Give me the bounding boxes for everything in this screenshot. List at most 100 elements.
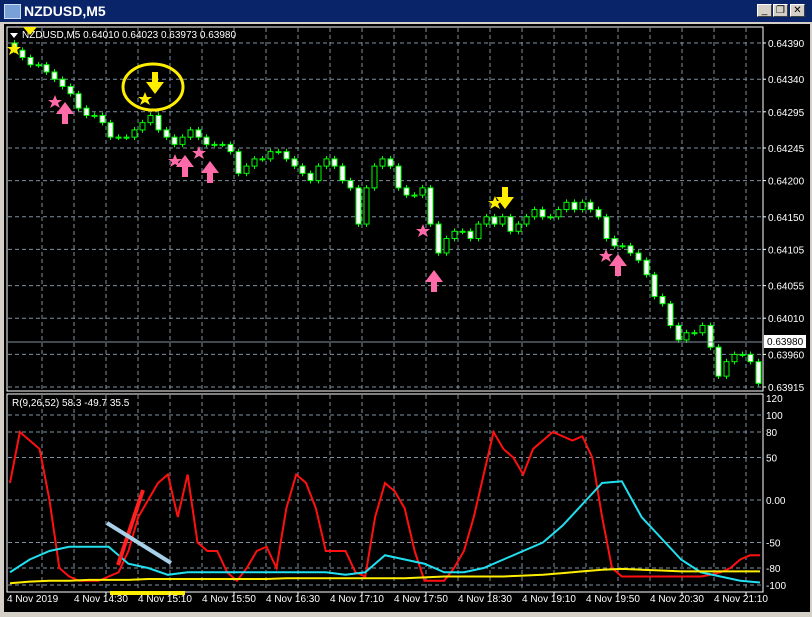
candle-bearish xyxy=(163,129,170,138)
signal-annotations xyxy=(7,27,627,292)
candle-bearish xyxy=(635,252,642,261)
candle-bearish xyxy=(203,136,210,145)
candle-bearish xyxy=(299,165,306,174)
chart-window[interactable]: 0.64390 0.64340 0.64295 0.64245 0.64200 0.641… xyxy=(4,24,810,612)
close-button[interactable]: ✕ xyxy=(790,4,805,17)
chart-canvas[interactable]: 0.64390 0.64340 0.64295 0.64245 0.64200 0.641… xyxy=(4,24,810,612)
candle-bullish xyxy=(691,332,698,335)
time-label: 4 Nov 14:30 xyxy=(74,594,128,605)
candle-bearish xyxy=(403,187,410,196)
time-label: 4 Nov 18:30 xyxy=(458,594,512,605)
indicator-axis-label: -50 xyxy=(766,539,781,550)
candle-bullish xyxy=(275,151,282,154)
candle-bearish xyxy=(675,324,682,341)
candle-bearish xyxy=(387,158,394,167)
candle-bullish xyxy=(91,114,98,117)
indicator-axis-label: 100 xyxy=(766,411,783,422)
drawn-trendline-red[interactable] xyxy=(116,489,145,566)
candle-bullish xyxy=(259,158,266,161)
candle-bearish xyxy=(339,165,346,182)
price-label: 0.64150 xyxy=(768,213,805,224)
candle-bearish xyxy=(627,245,634,254)
price-label: 0.64295 xyxy=(768,108,805,119)
star-icon xyxy=(48,95,62,108)
current-price-label: 0.63980 xyxy=(767,337,804,348)
candle-bullish xyxy=(459,230,466,233)
star-icon xyxy=(416,224,430,237)
candle-bearish xyxy=(291,158,298,167)
time-label: 4 Nov 20:30 xyxy=(650,594,704,605)
candle-bearish xyxy=(587,201,594,211)
candle-bearish xyxy=(19,49,26,58)
candle-bearish xyxy=(427,187,434,225)
candle-bearish xyxy=(307,172,314,182)
candle-bullish xyxy=(251,158,258,167)
time-label: 4 Nov 15:50 xyxy=(202,594,256,605)
time-label: 4 Nov 19:10 xyxy=(522,594,576,605)
candle-bullish xyxy=(139,122,146,131)
candle-bullish xyxy=(619,245,626,248)
price-label: 0.64105 xyxy=(768,245,805,256)
candle-bearish xyxy=(667,303,674,326)
candle-bearish xyxy=(707,324,714,348)
candle-bearish xyxy=(571,201,578,211)
indicator-label: R(9,26,52) 58.3 -49.7 35.5 xyxy=(12,398,130,409)
candle-bullish xyxy=(523,216,530,225)
candle-bearish xyxy=(715,346,722,377)
price-label: 0.64390 xyxy=(768,39,805,50)
candle-bullish xyxy=(731,353,738,363)
title-bar: NZDUSD,M5 _ ❐ ✕ xyxy=(0,0,812,22)
candle-bullish xyxy=(187,129,194,138)
candle-bearish xyxy=(755,361,762,384)
chart-window-icon xyxy=(4,4,21,19)
candle-bearish xyxy=(435,223,442,254)
grid xyxy=(8,28,762,591)
indicator-axis-label: -100 xyxy=(766,581,786,592)
candle-bullish xyxy=(323,158,330,167)
time-label: 4 Nov 16:30 xyxy=(266,594,320,605)
candle-bearish xyxy=(651,274,658,297)
candle-bullish xyxy=(499,216,506,225)
candle-bullish xyxy=(267,151,274,160)
time-label: 4 Nov 19:50 xyxy=(586,594,640,605)
time-label: 4 Nov 17:50 xyxy=(394,594,448,605)
price-label: 0.63915 xyxy=(768,383,805,394)
price-label: 0.64010 xyxy=(768,314,805,325)
price-label: 0.64245 xyxy=(768,144,805,155)
candle-bearish xyxy=(595,209,602,218)
candle-bearish xyxy=(43,64,50,73)
time-label: 4 Nov 2019 xyxy=(7,594,59,605)
candle-bullish xyxy=(131,129,138,138)
candle-bearish xyxy=(283,151,290,160)
candle-bearish xyxy=(227,143,234,153)
time-axis: 4 Nov 2019 4 Nov 14:30 4 Nov 15:10 4 Nov 15… xyxy=(7,592,768,605)
candle-bearish xyxy=(155,114,162,131)
candle-bearish xyxy=(747,353,754,363)
indicator-axis-label: 50 xyxy=(766,454,778,465)
candle-bearish xyxy=(51,71,58,80)
star-icon xyxy=(599,249,613,262)
price-label: 0.64340 xyxy=(768,75,805,86)
candle-bearish xyxy=(59,78,66,87)
buy-arrow-icon xyxy=(201,161,219,183)
sell-arrow-icon xyxy=(496,187,514,209)
candle-bearish xyxy=(235,151,242,174)
price-label: 0.63960 xyxy=(768,350,805,361)
dropdown-triangle-icon[interactable] xyxy=(10,33,18,38)
candle-bullish xyxy=(699,324,706,334)
candle-bullish xyxy=(363,187,370,225)
candle-bullish xyxy=(563,201,570,211)
candle-bearish xyxy=(491,216,498,225)
minimize-button[interactable]: _ xyxy=(757,4,772,17)
price-label: 0.64055 xyxy=(768,282,805,293)
star-icon xyxy=(138,92,152,105)
candle-bearish xyxy=(75,93,82,109)
candle-bullish xyxy=(315,165,322,182)
indicator-lines xyxy=(9,429,761,585)
candle-bullish xyxy=(515,223,522,232)
buy-arrow-icon xyxy=(609,254,627,276)
indicator-axis: 120 100 80 50 0.00 -50 -80 -100 xyxy=(766,394,786,592)
restore-button[interactable]: ❐ xyxy=(773,4,788,17)
star-icon xyxy=(192,146,206,159)
candle-bearish xyxy=(539,209,546,218)
